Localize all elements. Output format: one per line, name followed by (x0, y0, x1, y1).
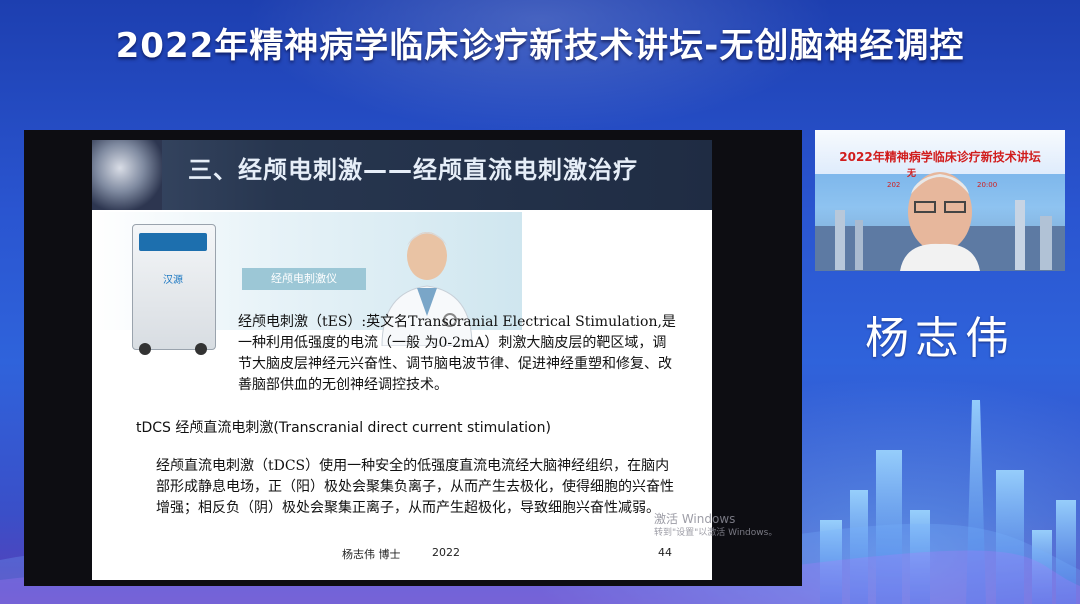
slide-header: 三、经颅电刺激——经颅直流电刺激治疗 (92, 140, 712, 210)
tdcs-description: 经颅直流电刺激（tDCS）使用一种安全的低强度直流电流经大脑神经组织，在脑内部形… (156, 458, 674, 516)
device-wheel-right (195, 343, 207, 355)
slide-footer-year: 2022 (432, 546, 460, 559)
slide-footer-author: 杨志伟 博士 (342, 548, 401, 561)
activation-line-2: 转到"设置"以激活 Windows。 (654, 528, 778, 538)
speaker-video-graphic (815, 172, 1065, 271)
tes-description: 经颅电刺激（tES）:英文名Transcranial Electrical St… (238, 314, 676, 393)
slide-page-number: 44 (658, 546, 672, 559)
device-logo: 汉源 (163, 275, 183, 286)
speaker-name: 杨志伟 (865, 313, 1015, 364)
tdcs-heading: tDCS 经颅直流电刺激(Transcranial direct current… (136, 420, 551, 436)
presentation-slide: 三、经颅电刺激——经颅直流电刺激治疗 汉源 经颅电刺激仪 经颅电刺激（tES）:… (92, 140, 712, 580)
tes-device-image: 汉源 (132, 224, 216, 355)
windows-activation-watermark: 激活 Windows 转到"设置"以激活 Windows。 (654, 512, 777, 540)
header-photo (92, 140, 162, 210)
banner-title: 2022年精神病学临床诊疗新技术讲坛-无创脑神经调控 (115, 26, 965, 66)
speaker-webcam-feed: 2022年精神病学临床诊疗新技术讲坛 无 202 20:00 (815, 130, 1065, 271)
device-screen (139, 233, 207, 251)
device-wheel-left (139, 343, 151, 355)
product-label: 经颅电刺激仪 (242, 268, 366, 290)
activation-line-1: 激活 Windows (654, 512, 736, 526)
slide-title: 三、经颅电刺激——经颅直流电刺激治疗 (188, 156, 638, 184)
